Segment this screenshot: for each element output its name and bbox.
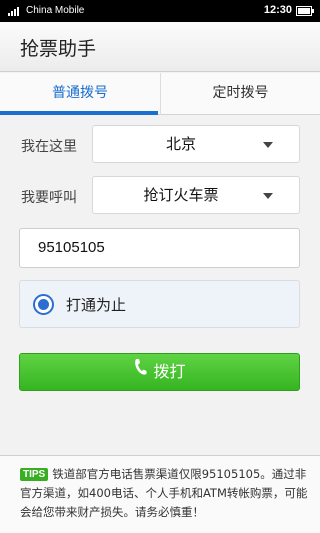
dial-button[interactable]: 拨打 xyxy=(19,353,300,391)
chevron-down-icon xyxy=(263,142,273,148)
battery-icon xyxy=(296,6,314,16)
tips-panel: TIPS 铁道部官方电话售票渠道仅限95105105。通过非官方渠道，如400电话… xyxy=(0,455,320,533)
title-bar: 抢票助手 xyxy=(0,22,320,72)
redial-option[interactable]: 打通为止 xyxy=(19,280,300,328)
tab-bar: 普通拨号 定时拨号 xyxy=(0,73,320,115)
radio-button-checked[interactable] xyxy=(33,294,54,315)
carrier-name: China Mobile xyxy=(26,5,85,16)
tab-scheduled-dial[interactable]: 定时拨号 xyxy=(160,73,320,115)
call-target-dropdown[interactable]: 抢订火车票 xyxy=(92,176,300,214)
call-target-value: 抢订火车票 xyxy=(143,186,219,204)
clock: 12:30 xyxy=(263,4,292,16)
tab-normal-dial[interactable]: 普通拨号 xyxy=(0,73,160,115)
call-target-label: 我要呼叫 xyxy=(21,190,77,206)
status-bar: China Mobile 12:30 xyxy=(0,0,320,22)
location-label: 我在这里 xyxy=(21,139,77,155)
dial-button-label: 拨打 xyxy=(153,362,186,381)
phone-number-field[interactable]: 95105105 xyxy=(19,228,300,268)
tips-badge: TIPS xyxy=(20,468,49,481)
location-value: 北京 xyxy=(165,135,196,153)
location-dropdown[interactable]: 北京 xyxy=(92,125,300,163)
phone-icon xyxy=(133,353,147,389)
app-title: 抢票助手 xyxy=(20,38,97,60)
signal-icon xyxy=(8,7,22,16)
redial-option-label: 打通为止 xyxy=(66,296,127,314)
tips-text: 铁道部官方电话售票渠道仅限95105105。通过非官方渠道，如400电话、个人手… xyxy=(20,467,308,519)
chevron-down-icon xyxy=(263,193,273,199)
